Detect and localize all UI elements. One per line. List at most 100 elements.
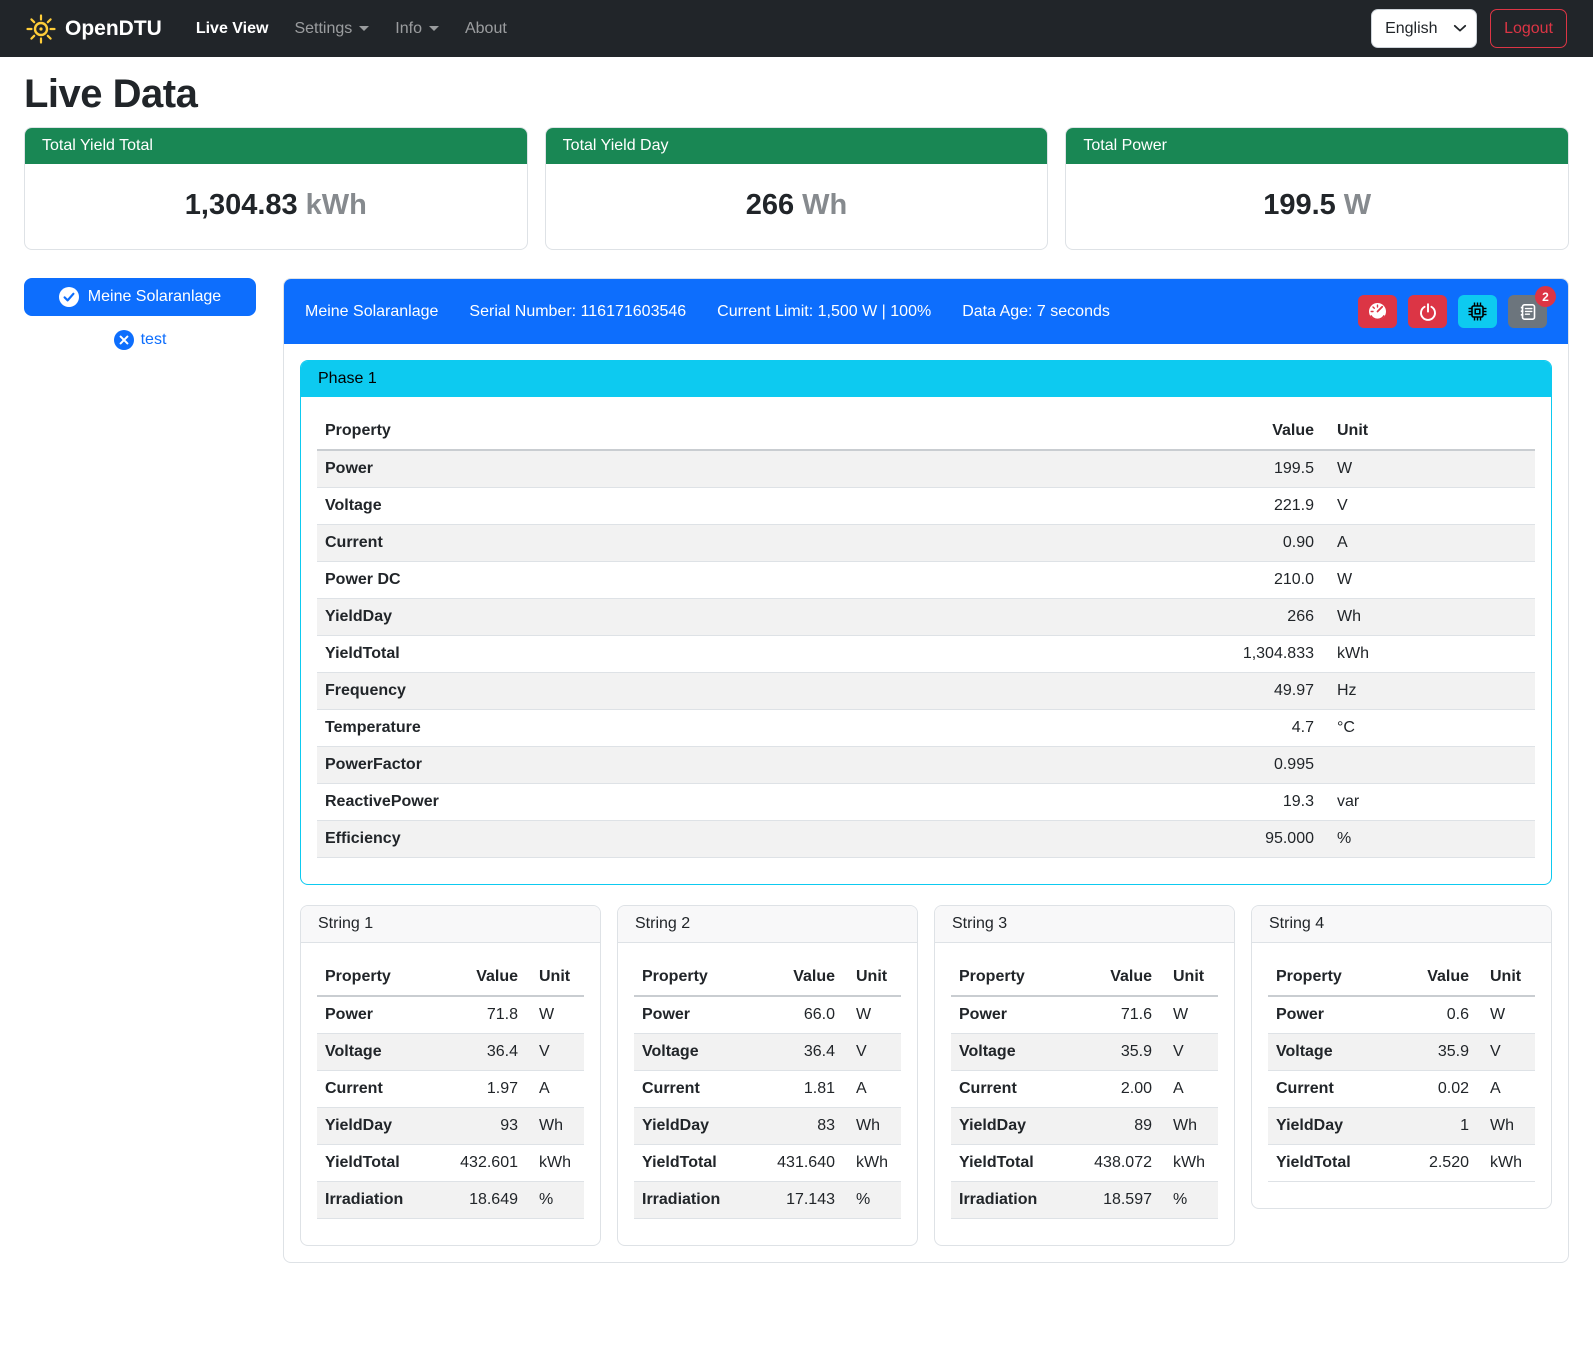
cell-val: 19.3	[1192, 784, 1322, 821]
phase-title: Phase 1	[301, 361, 1551, 397]
string-body: Property Value Unit Power71.8WVoltage36.…	[301, 943, 600, 1245]
inverter-body: Phase 1 Property Value Unit Power199.5WV…	[284, 344, 1568, 1262]
cell-unit: Wh	[1477, 1108, 1535, 1145]
card-body: 266Wh	[546, 164, 1048, 249]
table-header-row: Property Value Unit	[1268, 959, 1535, 996]
table-row: Current1.81A	[634, 1071, 901, 1108]
summary-cards: Total Yield Total 1,304.83kWh Total Yiel…	[24, 127, 1569, 250]
string-title: String 1	[301, 906, 600, 943]
total-yield-total-value: 1,304.83	[185, 189, 298, 221]
card-total-yield-total: Total Yield Total 1,304.83kWh	[24, 127, 528, 250]
cell-prop: Irradiation	[317, 1182, 434, 1219]
cell-unit: V	[1160, 1034, 1218, 1071]
cell-prop: Voltage	[634, 1034, 751, 1071]
card-body: 1,304.83kWh	[25, 164, 527, 249]
table-row: YieldDay89Wh	[951, 1108, 1218, 1145]
cell-unit: kWh	[1322, 636, 1535, 673]
cell-val: 2.00	[1068, 1071, 1160, 1108]
language-select[interactable]: English	[1371, 9, 1477, 48]
cell-unit	[1322, 747, 1535, 784]
cell-val: 35.9	[1068, 1034, 1160, 1071]
cell-unit: kWh	[843, 1145, 901, 1182]
cell-val: 1.97	[434, 1071, 526, 1108]
table-row: Power199.5W	[317, 450, 1535, 488]
cell-prop: Current	[317, 1071, 434, 1108]
cell-prop: Temperature	[317, 710, 1192, 747]
table-row: Voltage36.4V	[317, 1034, 584, 1071]
string-title: String 4	[1252, 906, 1551, 943]
cell-val: 431.640	[751, 1145, 843, 1182]
nav-item-live-view[interactable]: Live View	[186, 12, 279, 46]
cell-val: 36.4	[434, 1034, 526, 1071]
col-property: Property	[951, 959, 1068, 996]
table-row: Power71.6W	[951, 996, 1218, 1034]
col-unit: Unit	[526, 959, 584, 996]
nav-item-settings[interactable]: Settings	[284, 12, 379, 46]
table-row: Current2.00A	[951, 1071, 1218, 1108]
cell-prop: Efficiency	[317, 821, 1192, 858]
limit-settings-button[interactable]	[1358, 295, 1397, 328]
table-row: Power71.8W	[317, 996, 584, 1034]
card-header: Total Power	[1066, 128, 1568, 164]
cell-prop: Current	[634, 1071, 751, 1108]
table-row: Current1.97A	[317, 1071, 584, 1108]
cell-val: 0.02	[1385, 1071, 1477, 1108]
string-card-4: String 4 Property Value Unit	[1251, 905, 1552, 1209]
inverter-select-button-active[interactable]: Meine Solaranlage	[24, 278, 256, 316]
cell-val: 93	[434, 1108, 526, 1145]
col-property: Property	[317, 413, 1192, 450]
cell-val: 95.000	[1192, 821, 1322, 858]
string-card-2: String 2 Property Value Unit	[617, 905, 918, 1246]
event-log-button[interactable]: 2	[1508, 295, 1547, 328]
power-button[interactable]	[1408, 295, 1447, 328]
card-body: 199.5W	[1066, 164, 1568, 249]
nav-item-label: Live View	[196, 20, 269, 38]
cell-prop: Power	[951, 996, 1068, 1034]
cell-unit: %	[1322, 821, 1535, 858]
main-row: Meine Solaranlage test Meine Solaranlage…	[24, 278, 1569, 1287]
table-header-row: Property Value Unit	[634, 959, 901, 996]
col-value: Value	[1068, 959, 1160, 996]
cell-unit: °C	[1322, 710, 1535, 747]
cell-unit: kWh	[1477, 1145, 1535, 1182]
cell-val: 0.995	[1192, 747, 1322, 784]
inverter-name: Meine Solaranlage	[305, 303, 438, 321]
inverter-select-button-test[interactable]: test	[24, 330, 256, 350]
brand-label: OpenDTU	[65, 17, 162, 41]
brand[interactable]: OpenDTU	[26, 14, 162, 44]
navbar: OpenDTU Live View Settings Info About En…	[0, 0, 1593, 57]
logout-button[interactable]: Logout	[1490, 9, 1567, 48]
table-row: YieldTotal431.640kWh	[634, 1145, 901, 1182]
card-total-power: Total Power 199.5W	[1065, 127, 1569, 250]
table-row: YieldTotal432.601kWh	[317, 1145, 584, 1182]
device-info-button[interactable]	[1458, 295, 1497, 328]
cell-prop: Voltage	[1268, 1034, 1385, 1071]
cell-prop: Irradiation	[951, 1182, 1068, 1219]
inverter-selector: Meine Solaranlage test	[24, 278, 256, 350]
cell-prop: Power	[1268, 996, 1385, 1034]
table-row: Power DC210.0W	[317, 562, 1535, 599]
total-power-unit: W	[1344, 189, 1371, 221]
cell-unit: A	[1477, 1071, 1535, 1108]
inverter-serial: Serial Number: 116171603546	[469, 303, 686, 321]
event-count-badge: 2	[1535, 286, 1556, 307]
speedometer-icon	[1368, 302, 1387, 321]
cell-unit: V	[1322, 488, 1535, 525]
strings-row: String 1 Property Value Unit	[300, 905, 1552, 1246]
cell-unit: A	[1322, 525, 1535, 562]
cell-prop: Voltage	[951, 1034, 1068, 1071]
nav-item-about[interactable]: About	[455, 12, 517, 46]
cell-val: 210.0	[1192, 562, 1322, 599]
cell-unit: Wh	[1322, 599, 1535, 636]
inverter-header: Meine Solaranlage Serial Number: 1161716…	[284, 279, 1568, 344]
table-row: Current0.90A	[317, 525, 1535, 562]
cell-val: 438.072	[1068, 1145, 1160, 1182]
nav-item-info[interactable]: Info	[385, 12, 449, 46]
cell-unit: W	[1160, 996, 1218, 1034]
cell-val: 36.4	[751, 1034, 843, 1071]
cell-prop: ReactivePower	[317, 784, 1192, 821]
cell-unit: A	[843, 1071, 901, 1108]
phase-table: Property Value Unit Power199.5WVoltage22…	[317, 413, 1535, 858]
cell-prop: YieldDay	[317, 599, 1192, 636]
caret-down-icon	[359, 26, 369, 31]
